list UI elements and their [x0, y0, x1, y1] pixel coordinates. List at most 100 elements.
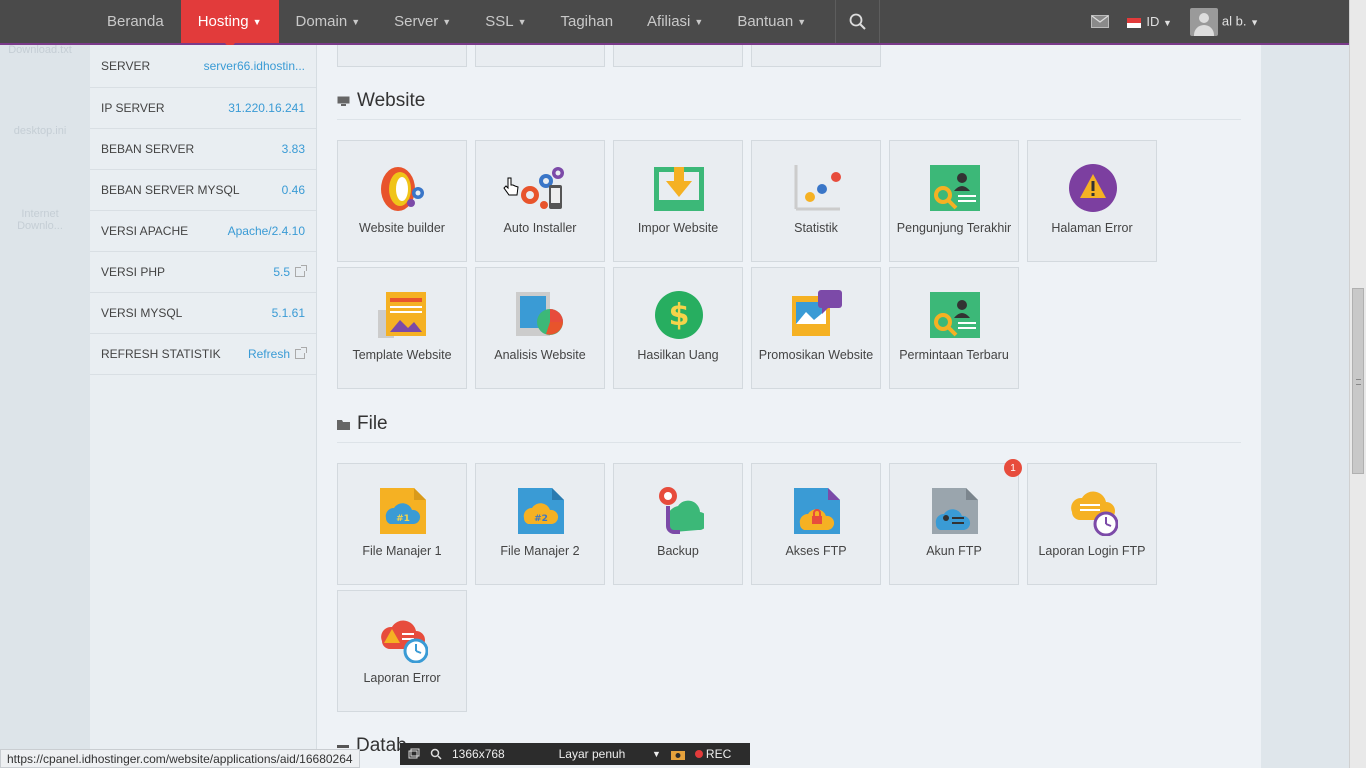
tile-auto-installer[interactable]: Auto Installer — [475, 140, 605, 262]
tile-statistics[interactable]: Statistik — [751, 140, 881, 262]
nav-label: Server — [394, 13, 439, 30]
window-icon[interactable] — [408, 748, 420, 760]
section-title-website: Website — [337, 90, 425, 112]
nav-tagihan[interactable]: Tagihan — [544, 0, 631, 43]
stat-value: 5.1.61 — [272, 306, 305, 320]
website-template-icon — [378, 292, 426, 338]
tile-website-analysis[interactable]: Analisis Website — [475, 267, 605, 389]
stat-row-server: SERVER server66.idhostin... — [90, 45, 316, 88]
recorder-mode[interactable]: Layar penuh — [542, 747, 642, 761]
stat-label: VERSI MYSQL — [101, 306, 183, 320]
scrollbar-thumb[interactable] — [1352, 288, 1364, 474]
stat-value-text: 0.46 — [281, 183, 305, 197]
user-menu[interactable]: al b. ▼ — [1189, 7, 1259, 36]
backup-icon — [659, 487, 704, 534]
tile-make-money[interactable]: $ Hasilkan Uang — [613, 267, 743, 389]
tile-label: Promosikan Website — [758, 348, 874, 362]
stat-value[interactable]: server66.idhostin... — [204, 59, 305, 73]
desktop-icon-label: Internet Downlo... — [17, 208, 63, 232]
monitor-icon — [337, 96, 350, 106]
stat-value-text: 31.220.16.241 — [228, 101, 305, 115]
record-label: REC — [705, 747, 732, 761]
nav-ssl[interactable]: SSL ▼ — [468, 0, 543, 43]
tile-error-report[interactable]: Laporan Error — [337, 590, 467, 712]
tile-cutoff[interactable] — [613, 45, 743, 67]
avatar — [1189, 7, 1218, 36]
nav-label: Afiliasi — [647, 13, 691, 30]
tile-ftp-access[interactable]: Akses FTP — [751, 463, 881, 585]
tile-file-manager-1[interactable]: #1 File Manajer 1 — [337, 463, 467, 585]
tile-cutoff[interactable] — [751, 45, 881, 67]
tile-cutoff[interactable] — [475, 45, 605, 67]
chevron-down-icon[interactable]: ▼ — [652, 749, 661, 759]
tile-error-page[interactable]: Halaman Error — [1027, 140, 1157, 262]
stat-value-text: 3.83 — [281, 142, 305, 156]
external-link-icon — [295, 347, 307, 359]
search-icon — [849, 13, 866, 30]
tile-promote-website[interactable]: Promosikan Website — [751, 267, 881, 389]
screen-recorder-toolbar: 1366x768 Layar penuh ▼ REC — [400, 743, 750, 765]
website-analysis-icon — [516, 292, 563, 336]
tile-file-manager-2[interactable]: #2 File Manajer 2 — [475, 463, 605, 585]
stat-row-refresh: REFRESH STATISTIK Refresh — [90, 334, 316, 375]
chevron-down-icon: ▼ — [694, 16, 704, 27]
section-divider — [337, 119, 1241, 120]
tile-backup[interactable]: Backup — [613, 463, 743, 585]
recorder-resolution: 1366x768 — [452, 747, 505, 761]
tile-website-template[interactable]: Template Website — [337, 267, 467, 389]
hand-cursor-icon — [503, 177, 519, 196]
tile-ftp-account[interactable]: Akun FTP — [889, 463, 1019, 585]
refresh-link[interactable]: Refresh — [248, 347, 307, 361]
external-link-icon — [295, 265, 307, 277]
stat-value: 0.46 — [282, 183, 305, 197]
status-bar-url: https://cpanel.idhostinger.com/website/a… — [0, 749, 360, 768]
record-button[interactable]: REC — [694, 747, 732, 761]
folder-icon — [337, 419, 350, 430]
tile-cutoff[interactable] — [337, 45, 467, 67]
tile-label: Permintaan Terbaru — [899, 348, 1009, 362]
latest-requests-icon — [930, 292, 980, 338]
nav-bantuan[interactable]: Bantuan ▼ — [720, 0, 823, 43]
nav-beranda[interactable]: Beranda — [90, 0, 181, 43]
language-selector[interactable]: ID ▼ — [1127, 14, 1172, 29]
tile-label: Website builder — [359, 221, 445, 235]
nav-domain[interactable]: Domain ▼ — [279, 0, 378, 43]
chevron-down-icon: ▼ — [442, 16, 452, 27]
tile-ftp-login-report[interactable]: Laporan Login FTP — [1027, 463, 1157, 585]
chevron-down-icon: ▼ — [517, 16, 527, 27]
tile-latest-requests[interactable]: Permintaan Terbaru — [889, 267, 1019, 389]
error-page-icon — [1069, 164, 1117, 212]
nav-server[interactable]: Server ▼ — [377, 0, 468, 43]
tile-label: Akses FTP — [785, 544, 847, 558]
tile-website-builder[interactable]: Website builder — [337, 140, 467, 262]
tile-label: Laporan Login FTP — [1038, 544, 1146, 558]
nav-label: Domain — [295, 13, 348, 30]
stat-row-server-load: BEBAN SERVER 3.83 — [90, 129, 316, 170]
stat-value: 3.83 — [282, 142, 305, 156]
nav-hosting[interactable]: Hosting ▼ — [180, 0, 279, 49]
page-scrollbar[interactable] — [1349, 0, 1366, 768]
stat-label: VERSI APACHE — [101, 224, 189, 238]
tile-label: File Manajer 1 — [362, 544, 442, 558]
stat-value-text: Apache/2.4.10 — [227, 224, 305, 238]
nav-afiliasi[interactable]: Afiliasi ▼ — [630, 0, 720, 43]
file-manager-1-icon: #1 — [380, 488, 426, 534]
tile-latest-visitors[interactable]: Pengunjung Terakhir — [889, 140, 1019, 262]
php-version-link[interactable]: 5.5 — [273, 265, 307, 279]
mail-icon[interactable] — [1091, 15, 1110, 28]
record-dot-icon — [694, 750, 703, 758]
stat-value: 31.220.16.241 — [228, 101, 305, 115]
stat-value: Apache/2.4.10 — [228, 224, 305, 238]
camera-icon[interactable] — [670, 749, 685, 760]
stat-value-text: 5.5 — [273, 265, 290, 279]
search-button[interactable] — [835, 0, 881, 43]
tile-import-website[interactable]: Impor Website — [613, 140, 743, 262]
main-content: Website Website builder Auto Installer I… — [317, 45, 1261, 768]
section-divider — [337, 442, 1241, 443]
stat-label: REFRESH STATISTIK — [101, 347, 221, 361]
zoom-icon[interactable] — [430, 748, 442, 760]
stat-label: BEBAN SERVER MYSQL — [101, 183, 240, 197]
nav-right-group: ID ▼ al b. ▼ — [1091, 0, 1259, 43]
nav-label: SSL — [485, 13, 514, 30]
ftp-login-report-icon — [1071, 491, 1118, 536]
